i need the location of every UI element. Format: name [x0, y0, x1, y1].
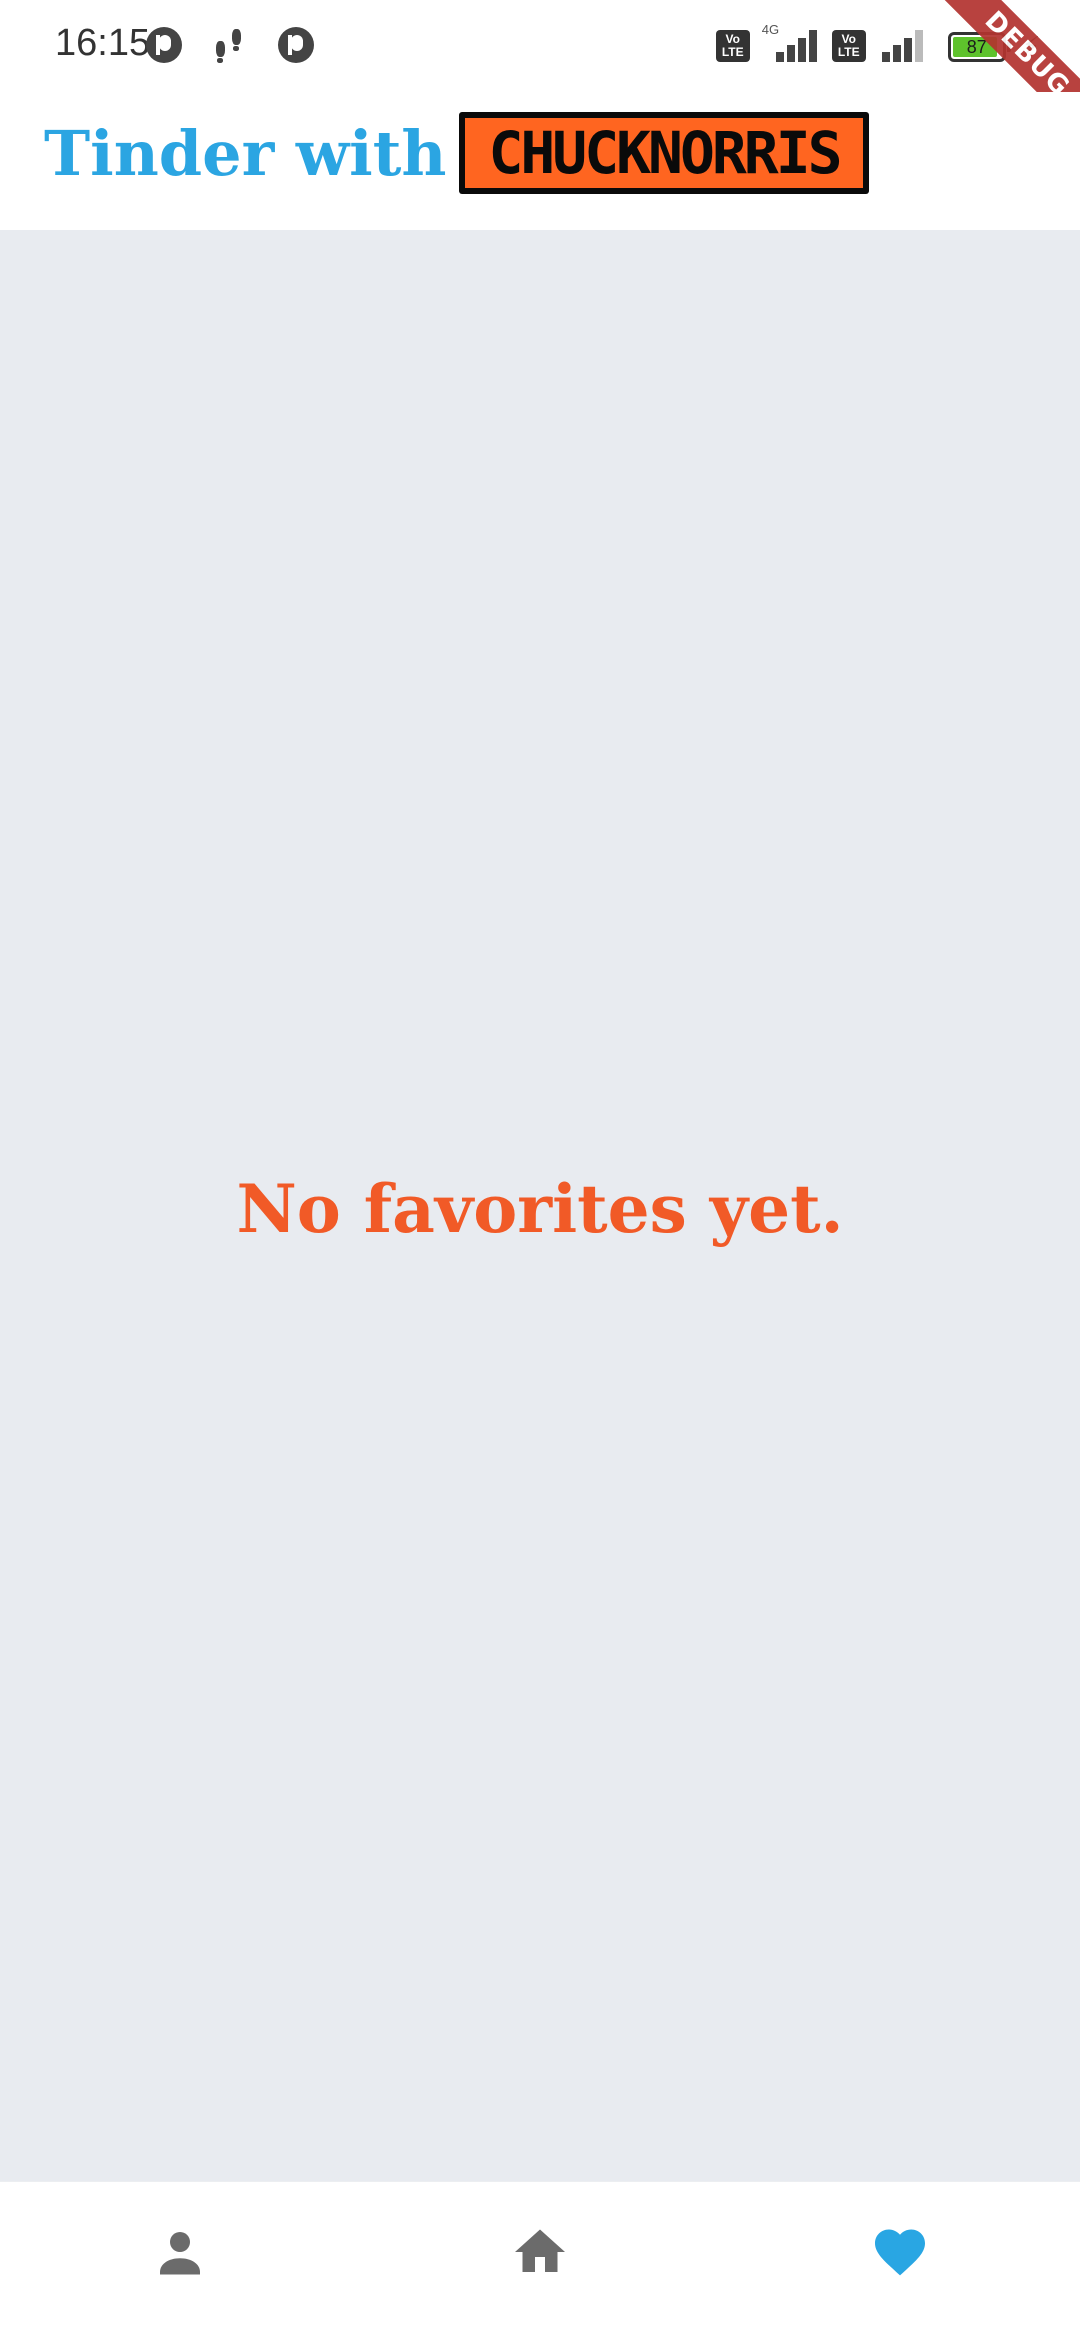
home-icon [515, 2229, 565, 2272]
bottom-navigation [0, 2181, 1080, 2340]
signal-icon: 4G [762, 22, 820, 62]
app-notification-icon [146, 27, 182, 63]
favorites-content: No favorites yet. [0, 230, 1080, 2181]
logo-text: CHUCKNORRIS [488, 119, 842, 187]
nav-home-button[interactable] [510, 2222, 570, 2282]
nav-favorites-button[interactable] [870, 2222, 930, 2282]
volte-icon: Vo LTE [715, 30, 750, 62]
volte-icon: Vo LTE [831, 30, 866, 62]
signal-icon [878, 28, 936, 62]
notification-icons [146, 27, 314, 63]
status-bar: 16:15 Vo LTE 4G Vo LTE 87 ⚡ [0, 0, 1080, 92]
steps-icon [212, 27, 248, 63]
network-type-label: 4G [761, 22, 780, 37]
app-bar: Tinder with CHUCKNORRIS [0, 92, 1080, 230]
chuck-norris-logo: CHUCKNORRIS [459, 112, 869, 194]
app-notification-icon [278, 27, 314, 63]
heart-icon [875, 2229, 925, 2276]
person-icon [160, 2232, 200, 2275]
app-title: Tinder with [44, 117, 447, 190]
nav-profile-button[interactable] [150, 2222, 210, 2282]
status-time: 16:15 [55, 22, 151, 64]
empty-favorites-message: No favorites yet. [236, 1170, 844, 1248]
